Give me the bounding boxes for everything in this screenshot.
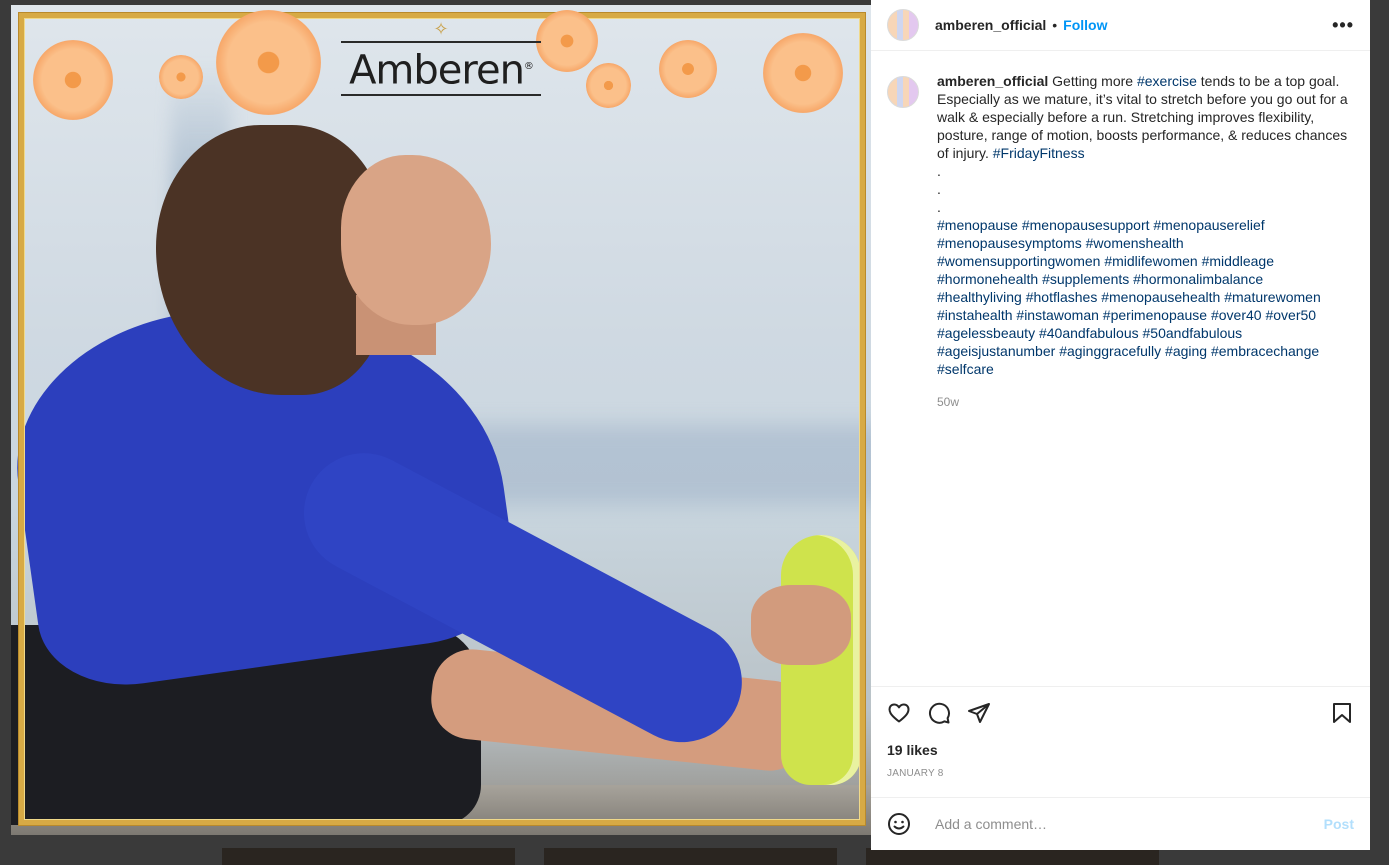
flower-decoration	[159, 55, 203, 99]
caption-intro: Getting more	[1048, 73, 1137, 89]
post-actions: 19 likes JANUARY 8	[871, 686, 1370, 796]
hashtag-link[interactable]: #perimenopause	[1103, 307, 1207, 323]
background-thumbnail	[544, 848, 837, 865]
caption-avatar[interactable]	[887, 76, 919, 108]
hashtag-link[interactable]: #middleage	[1202, 253, 1274, 269]
flower-decoration	[216, 10, 321, 115]
caption-dot: .	[937, 199, 941, 215]
hashtag-link[interactable]: #aginggracefully	[1059, 343, 1161, 359]
hashtag-link[interactable]: #50andfabulous	[1143, 325, 1243, 341]
hashtag-link[interactable]: #exercise	[1137, 73, 1197, 89]
avatar[interactable]	[887, 9, 919, 41]
action-icon-row	[887, 687, 1354, 739]
hashtag-link[interactable]: #selfcare	[937, 361, 994, 377]
flower-decoration	[536, 10, 598, 72]
flower-decoration	[763, 33, 843, 113]
post-comment-button[interactable]: Post	[1324, 816, 1354, 832]
hashtag-link[interactable]: #supplements	[1042, 271, 1129, 287]
hashtag-link[interactable]: #hormonehealth	[937, 271, 1038, 287]
comment-bar: Post	[871, 797, 1370, 850]
hashtag-link[interactable]: #agelessbeauty	[937, 325, 1035, 341]
background-thumbnail	[222, 848, 515, 865]
gold-frame	[19, 13, 865, 825]
heart-icon[interactable]	[879, 693, 919, 733]
logo-rule	[341, 94, 541, 97]
header-separator: •	[1052, 17, 1058, 33]
hashtag-link[interactable]: #womensupportingwomen	[937, 253, 1100, 269]
hashtag-link[interactable]: #hormonalimbalance	[1133, 271, 1263, 287]
hashtag-link[interactable]: #over50	[1265, 307, 1316, 323]
hashtag-link[interactable]: #FridayFitness	[993, 145, 1085, 161]
comment-icon[interactable]	[919, 693, 959, 733]
hashtag-list: #menopause #menopausesupport #menopauser…	[937, 216, 1357, 378]
hashtag-link[interactable]: #embracechange	[1211, 343, 1319, 359]
hashtag-link[interactable]: #40andfabulous	[1039, 325, 1139, 341]
hashtag-link[interactable]: #ageisjustanumber	[937, 343, 1055, 359]
hashtag-link[interactable]: #aging	[1165, 343, 1207, 359]
caption-text: amberen_official Getting more #exercise …	[937, 72, 1357, 411]
likes-count[interactable]: 19 likes	[887, 742, 1354, 758]
post-header: amberen_official • Follow •••	[871, 0, 1370, 51]
hashtag-link[interactable]: #womenshealth	[1086, 235, 1184, 251]
comment-input[interactable]	[933, 815, 1324, 833]
caption-dot: .	[937, 181, 941, 197]
share-icon[interactable]	[959, 693, 999, 733]
hashtag-link[interactable]: #over40	[1211, 307, 1262, 323]
post-image[interactable]: ✧ Amberen®	[11, 5, 871, 835]
hashtag-link[interactable]: #instawoman	[1016, 307, 1099, 323]
hashtag-link[interactable]: #midlifewomen	[1104, 253, 1197, 269]
follow-button[interactable]: Follow	[1063, 17, 1107, 33]
logo-rule	[341, 41, 541, 43]
caption-username[interactable]: amberen_official	[937, 73, 1048, 89]
hashtag-link[interactable]: #menopause	[937, 217, 1018, 233]
flower-decoration	[586, 63, 631, 108]
hashtag-link[interactable]: #menopausehealth	[1101, 289, 1220, 305]
hashtag-link[interactable]: #hotflashes	[1026, 289, 1098, 305]
header-username[interactable]: amberen_official	[935, 17, 1046, 33]
post-details-panel: amberen_official • Follow ••• amberen_of…	[871, 0, 1370, 850]
hashtag-link[interactable]: #maturewomen	[1224, 289, 1321, 305]
post-date[interactable]: JANUARY 8	[887, 768, 1354, 779]
hashtag-link[interactable]: #menopausesymptoms	[937, 235, 1082, 251]
flower-decoration	[659, 40, 717, 98]
hashtag-link[interactable]: #menopausesupport	[1022, 217, 1150, 233]
flower-decoration	[33, 40, 113, 120]
butterfly-icon: ✧	[433, 19, 449, 39]
logo-text: Amberen®	[349, 47, 534, 94]
post-age[interactable]: 50w	[937, 393, 1357, 411]
hashtag-link[interactable]: #menopauserelief	[1153, 217, 1264, 233]
caption: amberen_official Getting more #exercise …	[887, 72, 1362, 411]
emoji-icon[interactable]	[879, 804, 919, 844]
hashtag-link[interactable]: #healthyliving	[937, 289, 1022, 305]
more-icon[interactable]: •••	[1332, 15, 1354, 36]
bookmark-icon[interactable]	[1322, 693, 1362, 733]
background-thumbnail	[866, 848, 1159, 865]
amberen-logo: ✧ Amberen®	[341, 17, 541, 97]
caption-dot: .	[937, 163, 941, 179]
hashtag-link[interactable]: #instahealth	[937, 307, 1013, 323]
